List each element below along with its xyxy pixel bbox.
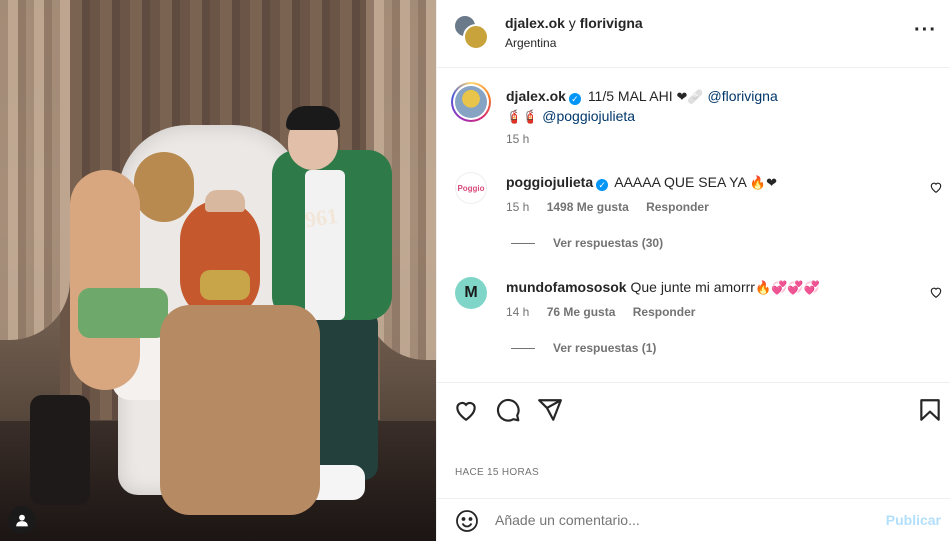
comment-meta: 15 h 1498 Me gusta Responder xyxy=(506,200,723,214)
mention-link[interactable]: @poggiojulieta xyxy=(542,108,635,124)
comment-time[interactable]: 15 h xyxy=(506,200,529,214)
comment-emojis: 🔥💞💞💞 xyxy=(754,281,820,296)
location-link[interactable]: Argentina xyxy=(505,36,556,50)
avatar xyxy=(463,24,489,50)
comment-avatar[interactable]: M xyxy=(455,277,487,309)
like-heart-icon[interactable] xyxy=(453,397,479,423)
comment-body: mundofamososok Que junte mi amorrr🔥💞💞💞 xyxy=(506,279,820,296)
caption-line-2: 🧯🧯 @poggiojulieta xyxy=(506,108,635,125)
caption-text: 11/5 MAL AHI xyxy=(587,88,673,104)
comment-bubble-icon[interactable] xyxy=(495,397,521,423)
comment-username[interactable]: mundofamososok xyxy=(506,279,627,295)
view-replies-label: Ver respuestas (30) xyxy=(553,236,664,250)
comment-text: AAAAA QUE SEA YA xyxy=(614,174,747,190)
comment-composer: Publicar xyxy=(437,498,950,541)
post-details-panel: djalex.ok y florivigna Argentina ··· dja… xyxy=(436,0,950,541)
person-left-hair xyxy=(134,152,194,222)
caption-timestamp[interactable]: 15 h xyxy=(506,132,529,146)
post-photo[interactable]: 961 xyxy=(0,0,436,541)
mention-link[interactable]: @florivigna xyxy=(708,88,778,104)
view-replies-button[interactable]: Ver respuestas (1) xyxy=(511,341,656,355)
tagged-users-button[interactable] xyxy=(8,506,36,534)
curtain-left xyxy=(0,0,70,340)
view-replies-button[interactable]: Ver respuestas (30) xyxy=(511,236,663,250)
person-left-skirt xyxy=(78,288,168,338)
person-center-cap xyxy=(205,190,245,212)
emoji-icon[interactable] xyxy=(455,509,479,533)
comment-username[interactable]: poggiojulieta xyxy=(506,174,593,190)
author-joiner: y xyxy=(564,15,580,31)
avatar-text: Poggio xyxy=(457,183,485,193)
post-time-ago[interactable]: HACE 15 HORAS xyxy=(455,467,539,478)
verified-badge-icon: ✓ xyxy=(568,93,581,105)
post-header: djalex.ok y florivigna Argentina ··· xyxy=(437,0,950,68)
author-link[interactable]: florivigna xyxy=(580,15,643,31)
person-left xyxy=(70,170,140,390)
save-bookmark-icon[interactable] xyxy=(917,397,943,423)
comment-meta: 14 h 76 Me gusta Responder xyxy=(506,305,709,319)
caption-avatar[interactable] xyxy=(451,82,491,122)
collab-avatars[interactable] xyxy=(453,14,489,50)
more-horizontal-icon: ··· xyxy=(914,19,937,41)
heart-icon[interactable] xyxy=(929,285,943,299)
comment-body: poggiojulieta ✓ AAAAA QUE SEA YA 🔥❤ xyxy=(506,174,777,191)
verified-badge-icon: ✓ xyxy=(596,179,609,191)
caption-username[interactable]: djalex.ok xyxy=(506,88,566,104)
person-left-boots xyxy=(30,395,90,505)
comment-time[interactable]: 14 h xyxy=(506,305,529,319)
jacket-number: 961 xyxy=(303,202,340,233)
caption-emojis: ❤🩹 xyxy=(676,90,704,105)
reply-button[interactable]: Responder xyxy=(646,200,709,214)
post-authors: djalex.ok y florivigna xyxy=(505,15,643,31)
comment-text: Que junte mi amorrr xyxy=(630,279,755,295)
caption-emojis: 🧯🧯 xyxy=(506,110,539,125)
post-actions: HACE 15 HORAS xyxy=(437,382,950,482)
view-replies-label: Ver respuestas (1) xyxy=(553,341,657,355)
avatar-text: M xyxy=(464,284,478,301)
comment-input[interactable] xyxy=(495,512,865,528)
comment-likes[interactable]: 1498 Me gusta xyxy=(547,200,629,214)
more-options-button[interactable]: ··· xyxy=(914,20,937,40)
publish-button[interactable]: Publicar xyxy=(886,512,941,528)
person-right-shirt xyxy=(305,170,345,320)
user-icon xyxy=(16,514,28,527)
person-right-cap xyxy=(286,106,340,130)
comment-item: M mundofamososok Que junte mi amorrr🔥💞💞💞… xyxy=(437,277,950,387)
author-link[interactable]: djalex.ok xyxy=(505,15,565,31)
comment-avatar[interactable]: Poggio xyxy=(455,172,487,204)
person-center-top xyxy=(200,270,250,300)
comment-likes[interactable]: 76 Me gusta xyxy=(547,305,616,319)
reply-button[interactable]: Responder xyxy=(633,305,696,319)
caption-line-1: djalex.ok ✓ 11/5 MAL AHI ❤🩹 @florivigna xyxy=(506,88,778,105)
person-center-hair xyxy=(180,200,260,320)
comment-emojis: 🔥❤ xyxy=(749,176,777,191)
heart-icon[interactable] xyxy=(929,180,943,194)
person-center-pants xyxy=(160,305,320,515)
comment-item: Poggio poggiojulieta ✓ AAAAA QUE SEA YA 🔥… xyxy=(437,172,950,282)
share-paper-plane-icon[interactable] xyxy=(537,397,563,423)
